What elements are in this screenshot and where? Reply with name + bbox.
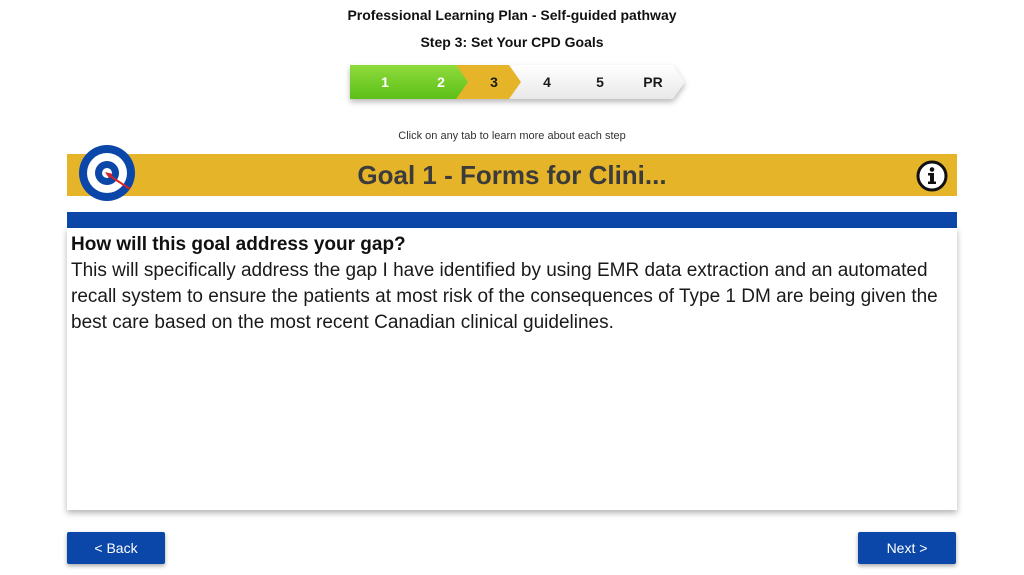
section-divider (67, 212, 957, 228)
info-icon[interactable] (916, 160, 948, 192)
step-tabs: 1 2 3 4 5 PR (350, 65, 685, 99)
stepper-hint: Click on any tab to learn more about eac… (398, 130, 626, 142)
target-icon (78, 144, 136, 202)
tab-step-1-label: 1 (381, 74, 389, 90)
goal-header-bar: Goal 1 - Forms for Clini... (67, 154, 957, 196)
step-title: Step 3: Set Your CPD Goals (420, 34, 604, 50)
page-title: Professional Learning Plan - Self-guided… (347, 7, 677, 23)
tab-step-3-label: 3 (490, 74, 498, 90)
next-button[interactable]: Next > (858, 532, 956, 564)
goal-title: Goal 1 - Forms for Clini... (357, 160, 667, 190)
tab-step-2-label: 2 (437, 74, 445, 90)
question-heading: How will this goal address your gap? (71, 234, 406, 255)
answer-text: This will specifically address the gap I… (71, 260, 938, 333)
tab-step-5-label: 5 (596, 74, 604, 90)
tab-step-pr-label: PR (643, 74, 663, 90)
back-button[interactable]: < Back (67, 532, 165, 564)
tab-step-4-label: 4 (543, 74, 551, 90)
